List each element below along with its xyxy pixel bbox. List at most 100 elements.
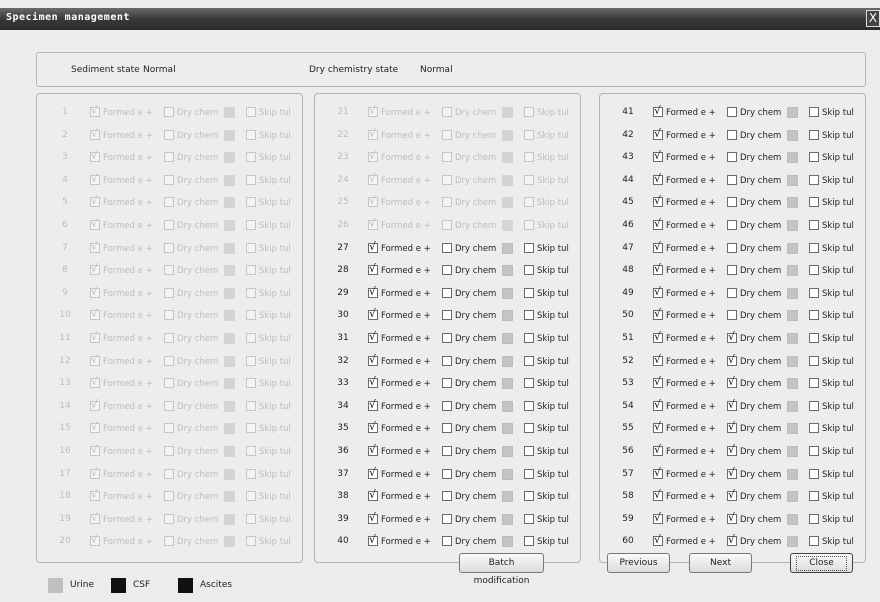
specimen-type-swatch[interactable] bbox=[502, 129, 513, 141]
specimen-type-swatch[interactable] bbox=[224, 220, 235, 231]
specimen-type-swatch[interactable] bbox=[224, 242, 235, 254]
skip-checkbox[interactable] bbox=[809, 446, 819, 456]
formed-element-checkbox[interactable]: √ bbox=[368, 353, 378, 366]
dry-chem-checkbox[interactable] bbox=[727, 152, 737, 163]
dry-chem-checkbox[interactable] bbox=[442, 400, 452, 411]
dry-chem-checkbox[interactable] bbox=[442, 468, 452, 479]
skip-checkbox[interactable] bbox=[524, 333, 534, 343]
specimen-type-swatch[interactable] bbox=[787, 174, 798, 186]
specimen-type-swatch[interactable] bbox=[787, 355, 798, 367]
dry-chem-checkbox[interactable]: √ bbox=[727, 376, 737, 389]
dry-chem-checkbox[interactable]: √ bbox=[727, 489, 737, 502]
specimen-type-swatch[interactable] bbox=[224, 129, 235, 141]
dry-chem-checkbox[interactable] bbox=[727, 197, 737, 208]
formed-element-checkbox[interactable]: √ bbox=[653, 240, 663, 253]
skip-checkbox[interactable] bbox=[809, 220, 819, 230]
skip-checkbox[interactable] bbox=[809, 491, 819, 502]
skip-checkbox[interactable] bbox=[809, 378, 819, 389]
batch-modification-button[interactable]: Batch modification bbox=[459, 553, 544, 586]
specimen-type-swatch[interactable] bbox=[502, 333, 513, 344]
specimen-type-swatch[interactable] bbox=[787, 220, 798, 231]
formed-element-checkbox[interactable]: √ bbox=[653, 263, 663, 276]
skip-checkbox[interactable] bbox=[809, 174, 819, 185]
specimen-type-swatch[interactable] bbox=[787, 152, 798, 164]
formed-element-checkbox[interactable]: √ bbox=[368, 534, 378, 547]
dry-chem-checkbox[interactable] bbox=[442, 265, 452, 276]
specimen-type-swatch[interactable] bbox=[787, 242, 798, 254]
specimen-type-swatch[interactable] bbox=[787, 446, 798, 457]
formed-element-checkbox[interactable]: √ bbox=[368, 240, 378, 253]
specimen-type-swatch[interactable] bbox=[787, 378, 798, 390]
specimen-type-swatch[interactable] bbox=[787, 107, 798, 118]
specimen-type-swatch[interactable] bbox=[787, 333, 798, 344]
dry-chem-checkbox[interactable]: √ bbox=[727, 353, 737, 366]
specimen-type-swatch[interactable] bbox=[787, 265, 798, 277]
specimen-type-swatch[interactable] bbox=[502, 446, 513, 457]
formed-element-checkbox[interactable]: √ bbox=[653, 489, 663, 502]
specimen-type-swatch[interactable] bbox=[502, 513, 513, 525]
close-button[interactable]: Close bbox=[790, 553, 853, 573]
dry-chem-checkbox[interactable] bbox=[442, 287, 452, 298]
skip-checkbox[interactable] bbox=[809, 333, 819, 343]
formed-element-checkbox[interactable]: √ bbox=[653, 444, 663, 456]
skip-checkbox[interactable] bbox=[524, 468, 534, 479]
specimen-type-swatch[interactable] bbox=[787, 310, 798, 322]
formed-element-checkbox[interactable]: √ bbox=[653, 331, 663, 343]
skip-checkbox[interactable] bbox=[809, 242, 819, 253]
skip-checkbox[interactable] bbox=[524, 287, 534, 298]
formed-element-checkbox[interactable]: √ bbox=[368, 376, 378, 389]
dry-chem-checkbox[interactable] bbox=[442, 491, 452, 502]
skip-checkbox[interactable] bbox=[524, 400, 534, 411]
specimen-type-swatch[interactable] bbox=[502, 107, 513, 118]
skip-checkbox[interactable] bbox=[524, 423, 534, 434]
formed-element-checkbox[interactable]: √ bbox=[653, 105, 663, 117]
specimen-type-swatch[interactable] bbox=[787, 468, 798, 480]
formed-element-checkbox[interactable]: √ bbox=[653, 285, 663, 298]
specimen-type-swatch[interactable] bbox=[502, 242, 513, 254]
specimen-type-swatch[interactable] bbox=[502, 491, 513, 503]
formed-element-checkbox[interactable]: √ bbox=[368, 444, 378, 456]
formed-element-checkbox[interactable]: √ bbox=[368, 466, 378, 479]
specimen-type-swatch[interactable] bbox=[224, 446, 235, 457]
specimen-type-swatch[interactable] bbox=[224, 378, 235, 390]
skip-checkbox[interactable] bbox=[524, 310, 534, 321]
specimen-type-swatch[interactable] bbox=[502, 174, 513, 186]
formed-element-checkbox[interactable]: √ bbox=[653, 353, 663, 366]
dry-chem-checkbox[interactable] bbox=[442, 355, 452, 366]
dry-chem-checkbox[interactable] bbox=[442, 378, 452, 389]
specimen-type-swatch[interactable] bbox=[224, 174, 235, 186]
dry-chem-checkbox[interactable] bbox=[727, 310, 737, 321]
formed-element-checkbox[interactable]: √ bbox=[653, 172, 663, 185]
skip-checkbox[interactable] bbox=[809, 513, 819, 524]
skip-checkbox[interactable] bbox=[809, 310, 819, 321]
specimen-type-swatch[interactable] bbox=[502, 152, 513, 164]
skip-checkbox[interactable] bbox=[524, 491, 534, 502]
window-close-icon[interactable]: X bbox=[866, 10, 880, 27]
specimen-type-swatch[interactable] bbox=[787, 491, 798, 503]
specimen-type-swatch[interactable] bbox=[224, 310, 235, 322]
dry-chem-checkbox[interactable]: √ bbox=[727, 511, 737, 524]
formed-element-checkbox[interactable]: √ bbox=[653, 466, 663, 479]
skip-checkbox[interactable] bbox=[524, 446, 534, 456]
specimen-type-swatch[interactable] bbox=[502, 287, 513, 299]
specimen-type-swatch[interactable] bbox=[224, 333, 235, 344]
formed-element-checkbox[interactable]: √ bbox=[368, 285, 378, 298]
specimen-type-swatch[interactable] bbox=[224, 536, 235, 548]
skip-checkbox[interactable] bbox=[524, 378, 534, 389]
dry-chem-checkbox[interactable] bbox=[442, 536, 452, 547]
dry-chem-checkbox[interactable] bbox=[727, 129, 737, 140]
skip-checkbox[interactable] bbox=[524, 536, 534, 547]
specimen-type-swatch[interactable] bbox=[787, 423, 798, 435]
skip-checkbox[interactable] bbox=[809, 355, 819, 366]
skip-checkbox[interactable] bbox=[524, 355, 534, 366]
dry-chem-checkbox[interactable]: √ bbox=[727, 466, 737, 479]
dry-chem-checkbox[interactable] bbox=[727, 220, 737, 230]
formed-element-checkbox[interactable]: √ bbox=[368, 308, 378, 321]
specimen-type-swatch[interactable] bbox=[224, 197, 235, 209]
dry-chem-checkbox[interactable] bbox=[442, 242, 452, 253]
skip-checkbox[interactable] bbox=[809, 468, 819, 479]
specimen-type-swatch[interactable] bbox=[787, 129, 798, 141]
skip-checkbox[interactable] bbox=[809, 287, 819, 298]
skip-checkbox[interactable] bbox=[524, 513, 534, 524]
skip-checkbox[interactable] bbox=[809, 152, 819, 163]
